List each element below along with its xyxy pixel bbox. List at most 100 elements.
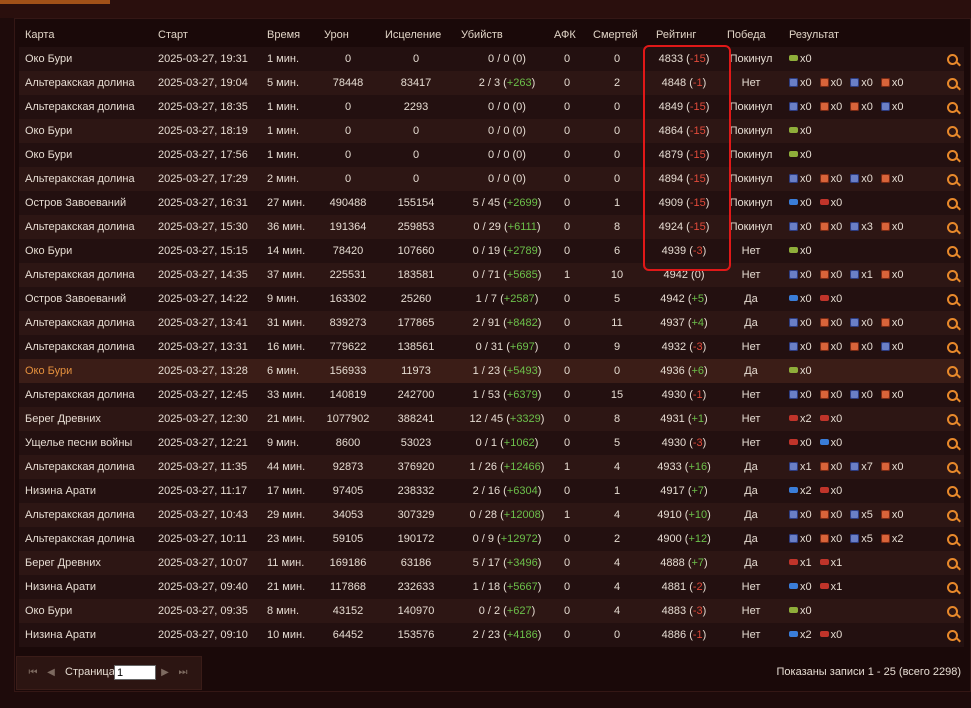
result-count: x0 <box>800 149 812 161</box>
result-badge: x0 <box>789 191 812 215</box>
cell-healing: 183581 <box>397 269 435 281</box>
top-strip <box>0 0 971 18</box>
flag-b-icon <box>789 295 798 301</box>
result-count: x0 <box>830 509 843 521</box>
result-badge: x0 <box>819 167 842 191</box>
header-kills[interactable]: Убийств <box>461 23 553 47</box>
result-badge: x0 <box>789 527 812 551</box>
result-count: x2 <box>800 485 812 497</box>
result-badge: x0 <box>819 335 842 359</box>
flag-g-icon <box>789 55 798 61</box>
page-input[interactable] <box>114 665 156 680</box>
cell-rating: 4931 (+1) <box>660 413 708 425</box>
table-row[interactable]: Низина Арати 2025-03-27, 11:17 17 мин. 9740… <box>19 479 964 503</box>
cell-afk: 0 <box>563 341 571 353</box>
cell-afk: 1 <box>563 269 571 281</box>
table-row[interactable]: Альтеракская долина 2025-03-27, 12:45 33 м… <box>19 383 964 407</box>
table-row[interactable]: Низина Арати 2025-03-27, 09:40 21 мин. 1178… <box>19 575 964 599</box>
table-row[interactable]: Альтеракская долина 2025-03-27, 10:43 29 м… <box>19 503 964 527</box>
cell-time: 21 мин. <box>267 413 306 425</box>
result-badge: x0 <box>819 431 842 455</box>
first-page-icon[interactable]: ⏮ <box>27 667 39 679</box>
kills-delta: +12972 <box>500 533 538 545</box>
horde-icon <box>880 462 890 471</box>
rating-delta: +4 <box>691 317 705 329</box>
top-accent <box>0 0 110 4</box>
cell-deaths: 4 <box>613 461 621 473</box>
cell-kills: 0 / 71 (+5685) <box>472 269 542 281</box>
header-deaths[interactable]: Смертей <box>593 23 649 47</box>
cell-map: Альтеракская долина <box>25 221 135 233</box>
table-row[interactable]: Остров Завоеваний 2025-03-27, 14:22 9 мин.… <box>19 287 964 311</box>
cell-start: 2025-03-27, 12:21 <box>158 437 248 449</box>
cell-map: Око Бури <box>25 365 73 377</box>
result-badge: x0 <box>819 503 843 527</box>
cell-deaths: 0 <box>613 629 621 641</box>
header-map[interactable]: Карта <box>25 23 54 47</box>
prev-page-icon[interactable]: ◀ <box>45 667 57 679</box>
table-row[interactable]: Альтеракская долина 2025-03-27, 14:35 37 м… <box>19 263 964 287</box>
table-row[interactable]: Альтеракская долина 2025-03-27, 13:41 31 м… <box>19 311 964 335</box>
search-icon <box>947 414 958 425</box>
cell-afk: 0 <box>563 629 571 641</box>
cell-result: x2 x0 <box>789 407 949 431</box>
cell-deaths: 8 <box>613 413 621 425</box>
cell-time: 14 мин. <box>267 245 306 257</box>
header-damage[interactable]: Урон <box>324 23 394 47</box>
horde-icon <box>850 102 860 111</box>
cell-kills: 0 / 31 (+697) <box>475 341 539 353</box>
table-row[interactable]: Низина Арати 2025-03-27, 09:10 10 мин. 6445… <box>19 623 964 647</box>
rating-delta: -1 <box>692 389 703 401</box>
table-row[interactable]: Око Бури 2025-03-27, 15:15 14 мин. 78420 107… <box>19 239 964 263</box>
result-count: x0 <box>861 77 873 89</box>
table-row[interactable]: Альтеракская долина 2025-03-27, 15:30 36 м… <box>19 215 964 239</box>
ally-icon <box>789 534 798 543</box>
table-row[interactable]: Ущелье песни войны 2025-03-27, 12:21 9 мин… <box>19 431 964 455</box>
table-row[interactable]: Око Бури 2025-03-27, 17:56 1 мин. 0 0 0 / 0 (… <box>19 143 964 167</box>
header-healing[interactable]: Исцеление <box>385 23 455 47</box>
cell-deaths: 11 <box>611 317 623 329</box>
cell-time: 8 мин. <box>267 605 300 617</box>
cell-afk: 0 <box>563 149 571 161</box>
cell-result: x0 x0 x1 x0 <box>789 263 949 287</box>
table-row[interactable]: Остров Завоеваний 2025-03-27, 16:31 27 мин… <box>19 191 964 215</box>
flag-r-icon <box>819 295 829 301</box>
header-win[interactable]: Победа <box>727 23 785 47</box>
table-row[interactable]: Альтеракская долина 2025-03-27, 11:35 44 м… <box>19 455 964 479</box>
cell-afk: 0 <box>563 293 571 305</box>
cell-start: 2025-03-27, 17:29 <box>158 173 248 185</box>
table-row[interactable]: Альтеракская долина 2025-03-27, 13:31 16 м… <box>19 335 964 359</box>
cell-result: x0 <box>789 359 949 383</box>
cell-start: 2025-03-27, 17:56 <box>158 149 248 161</box>
header-result[interactable]: Результат <box>789 23 949 47</box>
table-row[interactable]: Альтеракская долина 2025-03-27, 18:35 1 ми… <box>19 95 964 119</box>
result-badge: x0 <box>819 455 842 479</box>
cell-kills: 5 / 17 (+3496) <box>472 557 542 569</box>
cell-start: 2025-03-27, 15:30 <box>158 221 248 233</box>
header-time[interactable]: Время <box>267 23 300 47</box>
next-page-icon[interactable]: ▶ <box>159 667 171 679</box>
table-row[interactable]: Альтеракская долина 2025-03-27, 19:04 5 ми… <box>19 71 964 95</box>
table-row[interactable]: Альтеракская долина 2025-03-27, 10:11 23 м… <box>19 527 964 551</box>
cell-win: Нет <box>741 389 761 401</box>
cell-start: 2025-03-27, 10:43 <box>158 509 248 521</box>
cell-map: Око Бури <box>25 245 73 257</box>
result-badge: x0 <box>850 71 873 95</box>
header-start[interactable]: Старт <box>158 23 188 47</box>
table-row[interactable]: Берег Древних 2025-03-27, 12:30 21 мин. 107… <box>19 407 964 431</box>
cell-afk: 0 <box>563 581 571 593</box>
result-count: x0 <box>800 581 812 593</box>
header-afk[interactable]: АФК <box>554 23 582 47</box>
table-row[interactable]: Берег Древних 2025-03-27, 10:07 11 мин. 169… <box>19 551 964 575</box>
cell-time: 6 мин. <box>267 365 300 377</box>
table-row[interactable]: Око Бури 2025-03-27, 09:35 8 мин. 43152 1409… <box>19 599 964 623</box>
table-row[interactable]: Око Бури 2025-03-27, 19:31 1 мин. 0 0 0 / 0 (… <box>19 47 964 71</box>
table-row[interactable]: Око Бури 2025-03-27, 18:19 1 мин. 0 0 0 / 0 (… <box>19 119 964 143</box>
header-rating[interactable]: Рейтинг <box>656 23 726 47</box>
cell-damage: 225531 <box>329 269 367 281</box>
cell-start: 2025-03-27, 18:19 <box>158 125 248 137</box>
last-page-icon[interactable]: ⏭ <box>177 667 189 679</box>
search-icon <box>947 558 958 569</box>
table-row[interactable]: Альтеракская долина 2025-03-27, 17:29 2 ми… <box>19 167 964 191</box>
table-row[interactable]: Око Бури 2025-03-27, 13:28 6 мин. 156933 119… <box>19 359 964 383</box>
